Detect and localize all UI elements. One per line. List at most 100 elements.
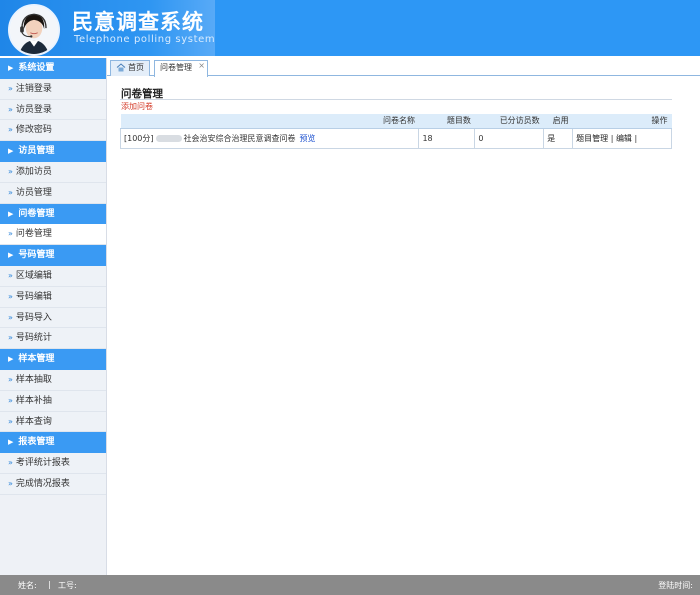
double-chevron-icon: » bbox=[8, 333, 13, 343]
cell-enabled: 是 bbox=[543, 127, 574, 149]
sidebar-item-label: 样本抽取 bbox=[15, 374, 52, 385]
cell-questionnaire-name: [100分] 社会治安综合治理民意调查问卷 预览 bbox=[119, 127, 420, 149]
double-chevron-icon: » bbox=[8, 416, 13, 426]
tab-questionnaire-management[interactable]: 问卷管理 × bbox=[154, 60, 208, 77]
footer-separator: | bbox=[48, 580, 51, 589]
cell-visited-count: 0 bbox=[474, 127, 545, 149]
nav-group-sample-management[interactable]: ▶ 样本管理 bbox=[0, 349, 106, 370]
double-chevron-icon: » bbox=[8, 374, 13, 384]
operator-avatar bbox=[8, 4, 60, 56]
double-chevron-icon: » bbox=[8, 166, 13, 176]
app-header: 民意调查系统 Telephone polling system bbox=[0, 0, 700, 56]
op-separator: | bbox=[634, 133, 638, 143]
sidebar-item-label: 添加访员 bbox=[15, 166, 52, 177]
double-chevron-icon: » bbox=[8, 187, 13, 197]
column-header-name: 问卷名称 bbox=[120, 114, 419, 129]
sidebar-item-add-interviewer[interactable]: » 添加访员 bbox=[0, 161, 106, 183]
column-header-visited: 已分访员数 bbox=[474, 114, 544, 129]
sidebar-item-logout[interactable]: » 注销登录 bbox=[0, 78, 106, 100]
sidebar-item-sample-query[interactable]: » 样本查询 bbox=[0, 411, 106, 433]
column-header-enabled: 启用 bbox=[543, 114, 573, 129]
double-chevron-icon: » bbox=[8, 458, 13, 468]
sidebar-item-sample-supplement[interactable]: » 样本补抽 bbox=[0, 390, 106, 412]
edit-link[interactable]: 编辑 bbox=[616, 134, 632, 143]
double-chevron-icon: » bbox=[8, 125, 13, 135]
caret-right-icon: ▶ bbox=[8, 251, 14, 260]
sidebar-item-label: 问卷管理 bbox=[15, 229, 52, 240]
sidebar-item-interviewer-login[interactable]: » 访员登录 bbox=[0, 99, 106, 121]
op-separator: | bbox=[610, 133, 614, 143]
column-header-ops: 操作 bbox=[572, 114, 672, 129]
status-footer: 姓名: | 工号: 登陆时间: bbox=[0, 575, 700, 595]
tab-label: 首页 bbox=[128, 63, 144, 72]
tab-strip: 首页 问卷管理 × bbox=[107, 58, 700, 77]
caret-right-icon: ▶ bbox=[8, 209, 14, 218]
questionnaire-name: 社会治安综合治理民意调查问卷 bbox=[183, 133, 296, 143]
sidebar-item-label: 区域编辑 bbox=[15, 270, 52, 281]
sidebar-item-label: 注销登录 bbox=[15, 83, 52, 94]
tab-home[interactable]: 首页 bbox=[110, 60, 150, 76]
footer-id-label: 工号: bbox=[58, 581, 77, 590]
double-chevron-icon: » bbox=[8, 395, 13, 405]
nav-group-label: 样本管理 bbox=[18, 354, 55, 365]
system-subtitle: Telephone polling system bbox=[74, 34, 216, 45]
score-text: [100分] bbox=[124, 133, 154, 143]
questionnaire-table: 问卷名称 题目数 已分访员数 启用 操作 [100分] 社会治安综合治理民意调查问… bbox=[119, 114, 672, 149]
double-chevron-icon: » bbox=[8, 291, 13, 301]
sidebar-item-interviewer-management[interactable]: » 访员管理 bbox=[0, 182, 106, 204]
nav-group-label: 报表管理 bbox=[18, 437, 55, 448]
nav-group-questionnaire-management[interactable]: ▶ 问卷管理 bbox=[0, 203, 106, 225]
question-manage-link[interactable]: 题目管理 bbox=[576, 134, 608, 143]
nav-group-system-settings[interactable]: ▶ 系统设置 bbox=[0, 58, 106, 79]
sidebar-item-label: 号码编辑 bbox=[15, 291, 52, 302]
title-divider bbox=[120, 99, 672, 100]
nav-group-label: 访员管理 bbox=[18, 146, 55, 157]
caret-right-icon: ▶ bbox=[8, 355, 14, 364]
sidebar-item-questionnaire-management[interactable]: » 问卷管理 bbox=[0, 224, 106, 246]
caret-right-icon: ▶ bbox=[8, 147, 14, 156]
sidebar-item-sample-extract[interactable]: » 样本抽取 bbox=[0, 369, 106, 391]
nav-group-label: 问卷管理 bbox=[18, 208, 55, 219]
sidebar-item-number-edit[interactable]: » 号码编辑 bbox=[0, 286, 106, 308]
sidebar-item-region-edit[interactable]: » 区域编辑 bbox=[0, 265, 106, 287]
sidebar-item-completion-report[interactable]: » 完成情况报表 bbox=[0, 473, 106, 495]
system-title: 民意调查系统 bbox=[72, 10, 204, 34]
close-icon[interactable]: × bbox=[198, 59, 205, 73]
sidebar-item-label: 修改密码 bbox=[15, 125, 52, 136]
sidebar-item-number-import[interactable]: » 号码导入 bbox=[0, 307, 106, 329]
sidebar-item-label: 完成情况报表 bbox=[15, 478, 70, 489]
table-row: [100分] 社会治安综合治理民意调查问卷 预览 18 0 是 题目管理 | 编辑 … bbox=[119, 127, 672, 149]
caret-right-icon: ▶ bbox=[8, 64, 14, 72]
caret-right-icon: ▶ bbox=[8, 438, 14, 447]
sidebar-item-label: 访员登录 bbox=[15, 104, 52, 115]
sidebar-item-label: 号码统计 bbox=[15, 333, 52, 344]
headset-operator-icon bbox=[10, 6, 58, 54]
sidebar-item-label: 访员管理 bbox=[15, 187, 52, 198]
sidebar-item-number-stats[interactable]: » 号码统计 bbox=[0, 328, 106, 350]
tab-label: 问卷管理 bbox=[160, 63, 192, 72]
double-chevron-icon: » bbox=[8, 83, 13, 93]
nav-group-label: 系统设置 bbox=[18, 63, 55, 73]
cell-question-count: 18 bbox=[418, 127, 476, 149]
double-chevron-icon: » bbox=[8, 270, 13, 280]
sidebar-item-label: 考评统计报表 bbox=[15, 458, 70, 469]
sidebar-item-change-password[interactable]: » 修改密码 bbox=[0, 120, 106, 142]
sidebar-item-label: 样本补抽 bbox=[15, 395, 52, 406]
cell-operations: 题目管理 | 编辑 | bbox=[572, 127, 672, 149]
double-chevron-icon: » bbox=[8, 229, 13, 239]
sidebar-item-label: 号码导入 bbox=[15, 312, 52, 323]
nav-group-interviewer-management[interactable]: ▶ 访员管理 bbox=[0, 141, 106, 162]
table-header-row: 问卷名称 题目数 已分访员数 启用 操作 bbox=[120, 114, 672, 129]
footer-name-label: 姓名: bbox=[18, 581, 37, 590]
nav-group-report-management[interactable]: ▶ 报表管理 bbox=[0, 432, 106, 454]
nav-group-number-management[interactable]: ▶ 号码管理 bbox=[0, 245, 106, 266]
preview-link[interactable]: 预览 bbox=[300, 134, 316, 143]
add-questionnaire-link[interactable]: 添加问卷 bbox=[121, 101, 153, 112]
sidebar-item-label: 样本查询 bbox=[15, 416, 52, 427]
sidebar-item-evaluation-report[interactable]: » 考评统计报表 bbox=[0, 453, 106, 474]
sidebar-nav: ▶ 系统设置 » 注销登录 » 访员登录 » 修改密码 ▶ 访员管理 » 添加访员 » 访员管… bbox=[0, 58, 107, 575]
redacted-text bbox=[155, 134, 182, 142]
double-chevron-icon: » bbox=[8, 478, 13, 488]
home-icon bbox=[116, 63, 126, 72]
double-chevron-icon: » bbox=[8, 312, 13, 322]
